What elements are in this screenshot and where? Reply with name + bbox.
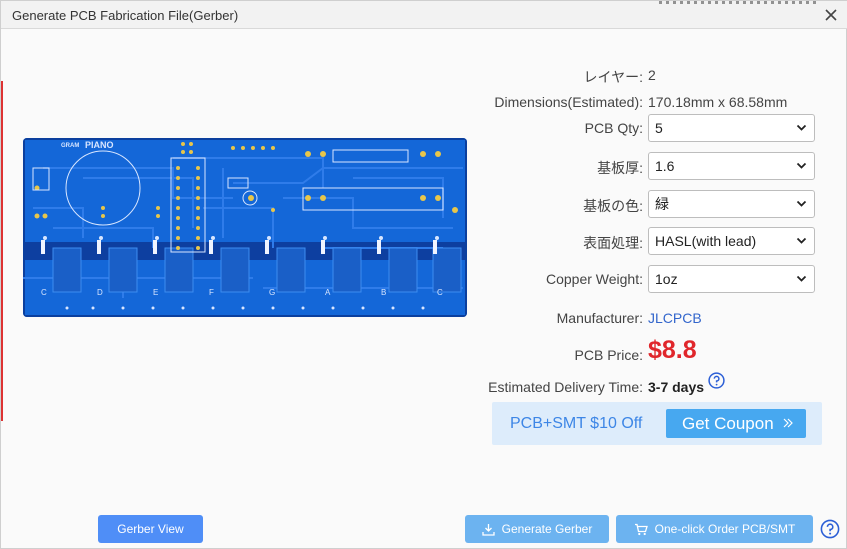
color-select[interactable]: 緑 [648, 190, 815, 218]
close-icon[interactable] [820, 4, 842, 26]
gerber-dialog: Generate PCB Fabrication File(Gerber) GR… [0, 0, 847, 549]
manufacturer-label: Manufacturer: [556, 310, 643, 326]
finish-select[interactable]: HASL(with lead) [648, 227, 815, 255]
manufacturer-row: Manufacturer: JLCPCB [471, 304, 831, 332]
pcb-brand-b: PIANO [85, 140, 114, 150]
pcb-key-label: D [97, 288, 103, 297]
cart-icon [634, 523, 648, 536]
pcb-qty-select[interactable]: 5 [648, 114, 815, 142]
pcb-key-label: F [209, 288, 214, 297]
finish-label: 表面処理: [583, 235, 643, 251]
dimensions-value: 170.18mm x 68.58mm [648, 94, 788, 110]
pcb-key-label: C [41, 288, 47, 297]
manufacturer-link[interactable]: JLCPCB [648, 310, 702, 326]
price-label: PCB Price: [574, 347, 643, 363]
delivery-row: Estimated Delivery Time: 3-7 days [471, 373, 831, 401]
left-accent-bar [1, 81, 3, 421]
thickness-row: 基板厚: 1.6 [471, 152, 831, 180]
get-coupon-button[interactable]: Get Coupon [666, 409, 806, 438]
pcb-brand-a: GRAM [61, 143, 79, 149]
one-click-order-label: One-click Order PCB/SMT [654, 522, 796, 536]
copper-select[interactable]: 1oz [648, 265, 815, 293]
color-row: 基板の色: 緑 [471, 190, 831, 218]
finish-row: 表面処理: HASL(with lead) [471, 227, 831, 255]
dimensions-row: Dimensions(Estimated): 170.18mm x 68.58m… [471, 88, 831, 116]
generate-gerber-label: Generate Gerber [501, 522, 593, 536]
thickness-select[interactable]: 1.6 [648, 152, 815, 180]
pcb-key-label: A [325, 288, 331, 297]
title-bar: Generate PCB Fabrication File(Gerber) [1, 1, 847, 29]
price-row: PCB Price: $8.8 [471, 336, 831, 369]
double-chevron-right-icon [783, 418, 793, 428]
delivery-label: Estimated Delivery Time: [488, 379, 643, 395]
layers-label: レイヤー: [583, 69, 643, 85]
coupon-banner: PCB+SMT $10 Off Get Coupon [492, 402, 822, 445]
dialog-title: Generate PCB Fabrication File(Gerber) [12, 8, 239, 23]
coupon-text: PCB+SMT $10 Off [510, 415, 643, 432]
copper-row: Copper Weight: 1oz [471, 265, 831, 293]
pcb-price: $8.8 [648, 336, 697, 364]
background-strip [659, 1, 819, 4]
copper-label: Copper Weight: [545, 271, 643, 287]
get-coupon-label: Get Coupon [682, 413, 774, 433]
gerber-view-button[interactable]: Gerber View [98, 515, 203, 543]
one-click-order-button[interactable]: One-click Order PCB/SMT [616, 515, 813, 543]
layers-value: 2 [648, 67, 656, 83]
gerber-view-label: Gerber View [117, 522, 184, 536]
dimensions-label: Dimensions(Estimated): [494, 94, 643, 110]
download-icon [481, 523, 495, 536]
pcb-qty-label: PCB Qty: [584, 120, 643, 136]
question-circle-icon[interactable] [708, 372, 725, 389]
pcb-preview: GRAM PIANO C D E F G A B C [23, 138, 467, 317]
pcb-key-label: E [153, 288, 158, 297]
help-circle-icon[interactable] [820, 519, 840, 539]
thickness-label: 基板厚: [597, 160, 643, 176]
generate-gerber-button[interactable]: Generate Gerber [465, 515, 609, 543]
delivery-value: 3-7 days [648, 379, 705, 395]
pcb-key-label: B [381, 288, 386, 297]
layers-row: レイヤー: 2 [471, 61, 831, 89]
pcb-qty-row: PCB Qty: 5 [471, 114, 831, 142]
color-label: 基板の色: [583, 198, 643, 214]
pcb-key-label: G [269, 288, 275, 297]
pcb-key-label: C [437, 288, 443, 297]
